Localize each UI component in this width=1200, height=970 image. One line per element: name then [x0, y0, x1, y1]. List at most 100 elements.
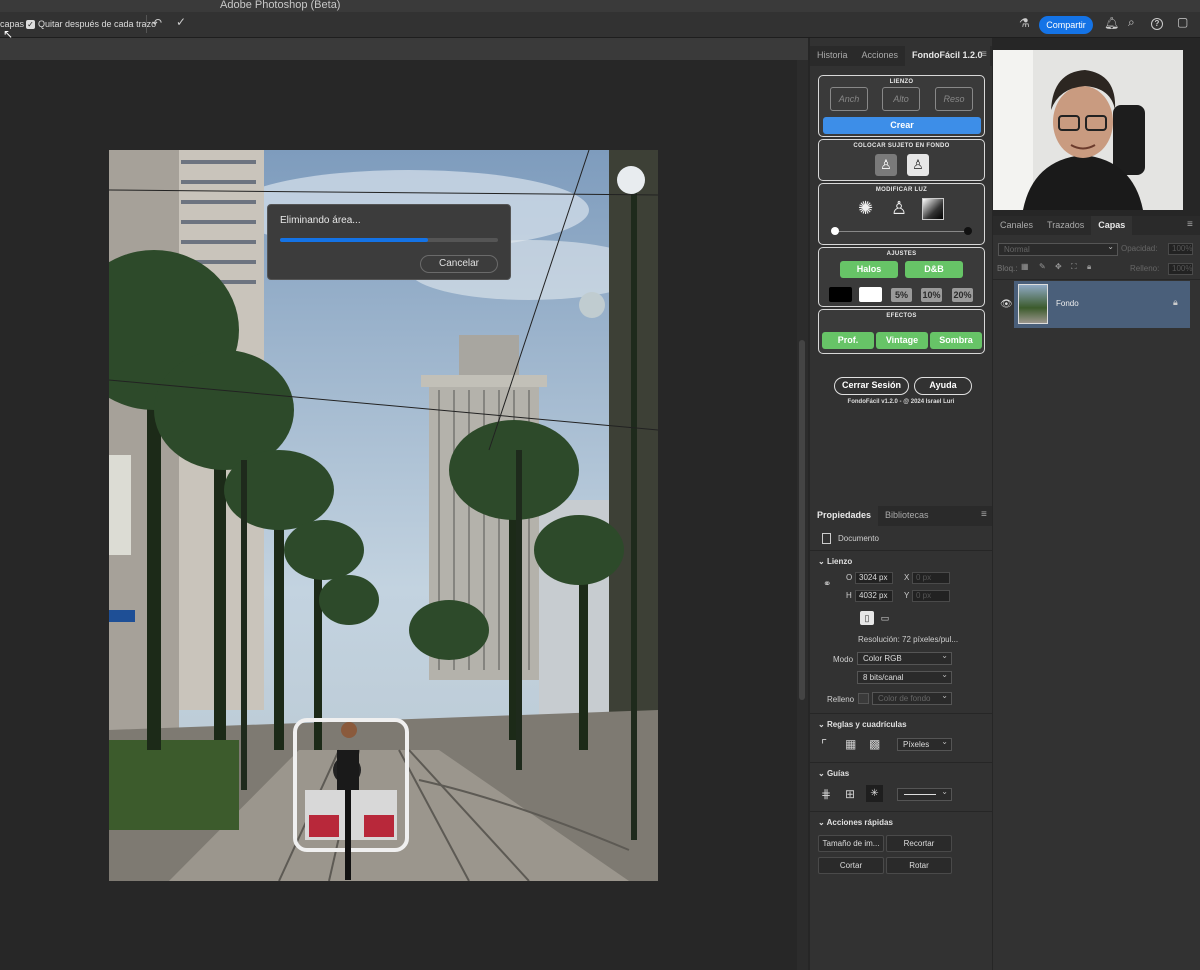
tab-bibliotecas[interactable]: Bibliotecas	[878, 506, 936, 526]
guides-section-header[interactable]: ⌄ Guías	[818, 769, 849, 778]
tab-layers[interactable]: Capas	[1091, 216, 1133, 235]
height-input[interactable]: Alto	[882, 87, 920, 111]
landscape-icon[interactable]: ▭	[878, 611, 892, 625]
crop-button[interactable]: Recortar	[886, 835, 952, 852]
mode-select[interactable]: Color RGB	[857, 650, 952, 665]
tab-historia[interactable]: Historia	[810, 46, 855, 66]
layer-name: Fondo	[1056, 299, 1079, 308]
tab-paths[interactable]: Trazados	[1040, 216, 1091, 235]
quick-section-header[interactable]: ⌄ Acciones rápidas	[818, 818, 893, 827]
grid-icon[interactable]: ▦	[845, 737, 856, 751]
sombra-button[interactable]: Sombra	[930, 332, 982, 349]
props-menu-icon[interactable]: ≡	[981, 509, 987, 520]
blend-mode-select[interactable]: Normal	[998, 241, 1118, 256]
help-icon[interactable]: ?	[1151, 18, 1163, 30]
share-button[interactable]: Compartir	[1039, 16, 1093, 34]
lock-transparent-icon[interactable]: ▦	[1021, 262, 1029, 271]
section-effects: EFECTOS Prof. Vintage Sombra	[818, 309, 985, 354]
pct-5-button[interactable]: 5%	[891, 288, 912, 302]
tab-fondofacil[interactable]: FondoFácil 1.2.0	[905, 46, 990, 66]
fill-field-layers[interactable]: 100%	[1168, 263, 1193, 275]
subject-right-icon[interactable]: ♙	[907, 154, 929, 176]
section-subject: COLOCAR SUJETO EN FONDO ♙ ♙	[818, 139, 985, 181]
layer-row-fondo[interactable]: Fondo 🔒︎	[1014, 281, 1190, 328]
halos-button[interactable]: Halos	[840, 261, 898, 278]
checkmark-icon[interactable]: ✓	[176, 15, 186, 29]
window-icon[interactable]: ▢	[1177, 15, 1188, 29]
section-lienzo: LIENZO Anch Alto Reso Crear	[818, 75, 985, 137]
divider	[993, 279, 1200, 280]
tab-acciones[interactable]: Acciones	[855, 46, 906, 66]
resolution-input[interactable]: Reso	[935, 87, 973, 111]
smart-guide-icon[interactable]: ✳	[866, 785, 883, 802]
flask-icon[interactable]: ⚗	[1019, 16, 1030, 30]
h-label: H	[846, 591, 852, 600]
height-field[interactable]: 4032 px	[855, 590, 893, 602]
pixel-grid-icon[interactable]: ▩	[869, 737, 880, 751]
canvas-section-header[interactable]: ⌄ Lienzo	[818, 557, 852, 566]
rulers-section-header[interactable]: ⌄ Reglas y cuadrículas	[818, 720, 907, 729]
portrait-icon[interactable]: ▯	[860, 611, 874, 625]
white-swatch[interactable]	[859, 287, 882, 302]
lock-artboard-icon[interactable]: ⛶	[1071, 262, 1077, 272]
lock-paint-icon[interactable]: ✎	[1039, 262, 1046, 271]
lock-all-icon[interactable]: 🔒︎	[1087, 262, 1091, 272]
light-slider-handle-right[interactable]	[964, 227, 972, 235]
divider	[810, 713, 992, 714]
link-icon[interactable]: ⚭	[823, 579, 831, 590]
search-icon[interactable]: ⌕	[1128, 15, 1135, 30]
document-tab-strip	[0, 38, 808, 60]
width-field[interactable]: 3024 px	[855, 572, 893, 584]
fill-swatch[interactable]	[858, 693, 869, 704]
rulers-header-text: Reglas y cuadrículas	[826, 720, 907, 729]
width-input[interactable]: Anch	[830, 87, 868, 111]
tab-channels[interactable]: Canales	[993, 216, 1040, 235]
rotate-button[interactable]: Rotar	[886, 857, 952, 874]
guide-layout-icon[interactable]: ⊞	[845, 787, 855, 801]
guides-header-text: Guías	[826, 769, 850, 778]
subject-left-icon[interactable]: ♙	[875, 154, 897, 176]
image-size-button[interactable]: Tamaño de im...	[818, 835, 884, 852]
create-button[interactable]: Crear	[823, 117, 981, 134]
visibility-eye-icon[interactable]: 👁︎	[1000, 299, 1013, 310]
x-field[interactable]: 0 px	[912, 572, 950, 584]
pct-20-button[interactable]: 20%	[952, 288, 973, 302]
help-button[interactable]: Ayuda	[914, 377, 972, 395]
fill-select[interactable]: Color de fondo	[872, 690, 952, 705]
prof-button[interactable]: Prof.	[822, 332, 874, 349]
divider	[810, 811, 992, 812]
undo-icon[interactable]: ↶	[152, 16, 162, 30]
tab-propiedades[interactable]: Propiedades	[810, 506, 879, 526]
light-gradient-icon[interactable]	[922, 198, 944, 220]
logout-button[interactable]: Cerrar Sesión	[834, 377, 909, 395]
opacity-field[interactable]: 100%	[1168, 243, 1193, 255]
light-center-icon[interactable]: ♙	[891, 198, 907, 219]
vintage-button[interactable]: Vintage	[876, 332, 928, 349]
bw-button[interactable]: D&B	[905, 261, 963, 278]
light-slider-track[interactable]	[837, 231, 970, 232]
bits-select[interactable]: 8 bits/canal	[857, 669, 952, 684]
pct-10-button[interactable]: 10%	[921, 288, 942, 302]
guide-icon[interactable]: ⋕	[821, 787, 831, 801]
panel-menu-icon[interactable]: ≡	[981, 49, 987, 60]
layers-menu-icon[interactable]: ≡	[1187, 219, 1193, 230]
light-left-icon[interactable]: ✺	[858, 198, 873, 219]
checkbox-remove[interactable]: ✓	[26, 20, 35, 29]
scroll-thumb[interactable]	[799, 340, 805, 700]
y-field[interactable]: 0 px	[912, 590, 950, 602]
light-slider-handle-left[interactable]	[831, 227, 839, 235]
dialog-title: Eliminando área...	[280, 215, 361, 226]
guide-style-select[interactable]	[897, 786, 952, 801]
black-swatch[interactable]	[829, 287, 852, 302]
canvas-scrollbar[interactable]	[797, 60, 808, 970]
units-select[interactable]: Píxeles	[897, 736, 952, 751]
ruler-icon[interactable]: ⌜	[821, 737, 827, 753]
section-adjust: AJUSTES Halos D&B 5% 10% 20%	[818, 247, 985, 307]
progress-dialog: Eliminando área... Cancelar	[267, 204, 511, 280]
trim-button[interactable]: Cortar	[818, 857, 884, 874]
lock-move-icon[interactable]: ✥	[1055, 262, 1062, 271]
cancel-button[interactable]: Cancelar	[420, 255, 498, 273]
options-bar: capas ✓ Quitar después de cada trazo ↶ ✓…	[0, 12, 1200, 38]
bell-icon[interactable]: 🔔︎	[1104, 16, 1119, 30]
plugin-footer: FondoFácil v1.2.0 - @ 2024 Israel Luri	[847, 399, 955, 405]
